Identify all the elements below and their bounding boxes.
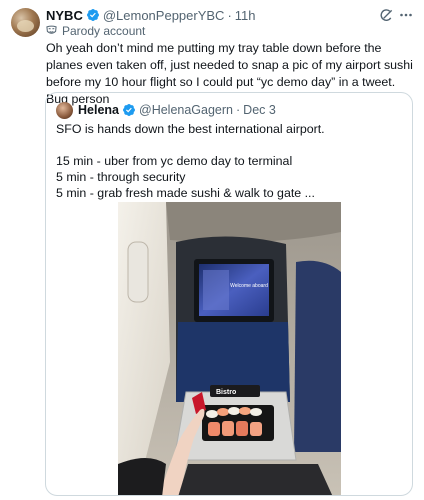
quoted-tweet-text: SFO is hands down the best international…	[56, 121, 406, 201]
quoted-text-line: SFO is hands down the best international…	[56, 122, 325, 136]
quoted-author-avatar[interactable]	[56, 102, 73, 119]
quoted-text-line: 5 min - through security	[56, 170, 186, 184]
screen-graphic	[203, 270, 229, 310]
parody-mask-icon	[46, 25, 57, 34]
quoted-text-line	[56, 137, 406, 153]
quoted-tweet[interactable]: Helena @HelenaGagern · Dec 3 SFO is hand…	[45, 92, 413, 496]
window-shade	[127, 241, 149, 303]
author-name[interactable]: NYBC	[46, 8, 83, 23]
author-avatar[interactable]	[11, 8, 40, 37]
tweet-header: NYBC @LemonPepperYBC · 11h	[46, 7, 256, 23]
verified-badge-icon	[86, 9, 99, 21]
screen-welcome-text: Welcome aboard	[230, 283, 268, 289]
quoted-text-line: 5 min - grab fresh made sushi & walk to …	[56, 186, 315, 200]
parody-text: Parody account	[62, 23, 146, 38]
airplane-seat-sushi-photo: Welcome aboard Bistro	[118, 202, 341, 495]
author-handle[interactable]: @LemonPepperYBC	[103, 8, 225, 23]
quoted-header-separator: ·	[236, 103, 241, 117]
tweet-timestamp[interactable]: 11h	[235, 8, 256, 23]
verified-badge-icon	[123, 104, 135, 116]
quoted-tweet-photo[interactable]: Welcome aboard Bistro	[118, 202, 341, 495]
quoted-author-name[interactable]: Helena	[78, 103, 119, 117]
quoted-tweet-timestamp[interactable]: Dec 3	[243, 103, 276, 117]
overhead-bin	[166, 202, 341, 243]
parody-label: Parody account	[46, 23, 145, 38]
adjacent-seat	[294, 260, 341, 452]
quoted-text-line: 15 min - uber from yc demo day to termin…	[56, 154, 293, 168]
quoted-tweet-header: Helena @HelenaGagern · Dec 3	[78, 101, 276, 119]
sleeve	[118, 458, 166, 495]
more-icon[interactable]	[399, 8, 413, 22]
bistro-bag-label: Bistro	[216, 389, 236, 396]
lap	[178, 464, 333, 495]
header-separator: ·	[227, 7, 232, 23]
tweet[interactable]: NYBC @LemonPepperYBC · 11h Parody accoun…	[0, 0, 424, 500]
grok-icon[interactable]	[379, 8, 394, 23]
quoted-author-handle[interactable]: @HelenaGagern	[139, 103, 233, 117]
